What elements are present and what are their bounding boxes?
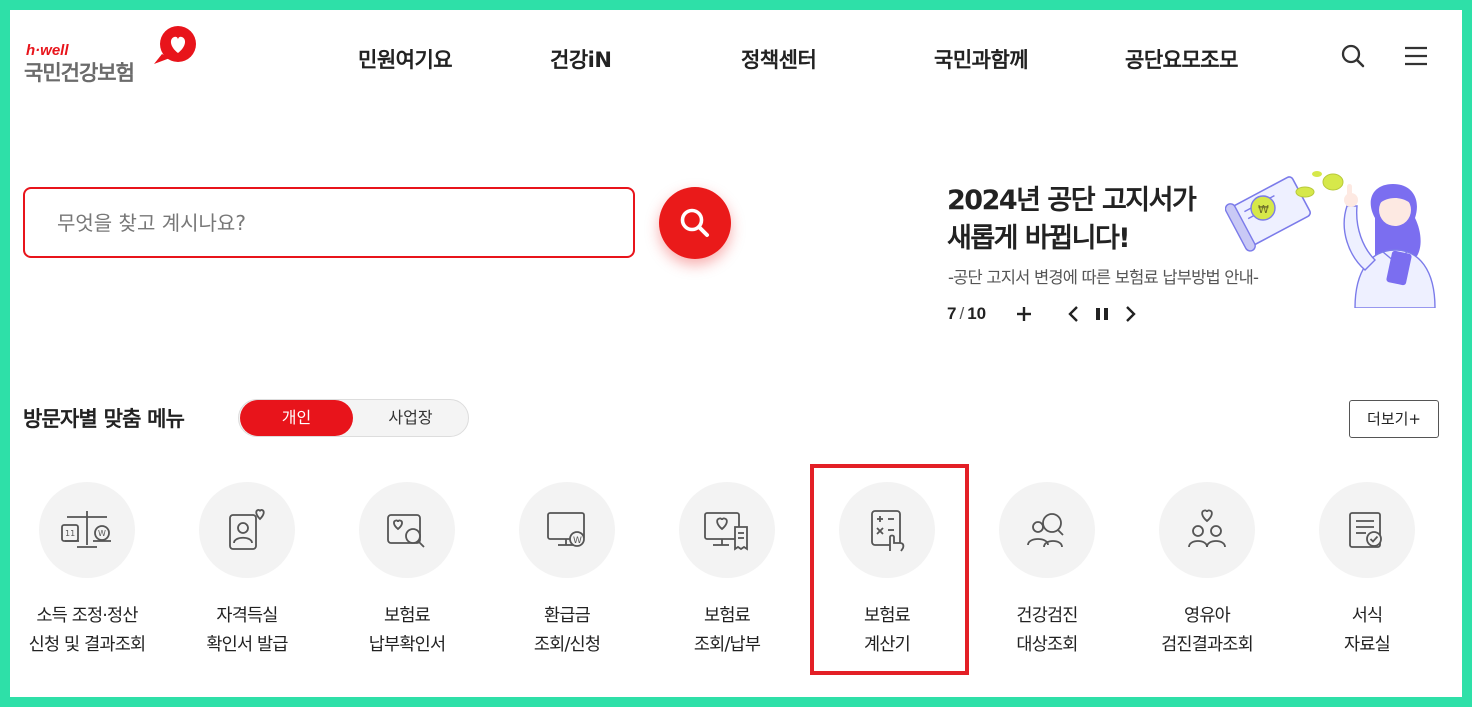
nav-item-policy[interactable]: 정책센터	[741, 44, 817, 74]
menu-item-premium-inquiry[interactable]: 보험료 조회/납부	[647, 482, 807, 660]
menu-label-line2: 검진결과조회	[1161, 635, 1254, 655]
menu-item-infant-checkup[interactable]: 영유아 검진결과조회	[1127, 482, 1287, 660]
heart-logo-icon	[154, 26, 196, 64]
page-frame: h·well 국민건강보험 민원여기요 건강iN 정책센터 국민과함께 공단요모…	[10, 10, 1462, 697]
menu-label-line2: 조회/신청	[533, 635, 601, 655]
menu-label-line1: 건강검진	[1016, 606, 1078, 626]
banner-current: 7	[947, 304, 957, 323]
svg-text:11: 11	[65, 529, 75, 538]
menu-item-refund[interactable]: W 환급금 조회/신청	[487, 482, 647, 660]
id-card-heart-icon	[229, 509, 265, 550]
menu-icon-circle	[1319, 482, 1415, 578]
nav-item-civil[interactable]: 민원여기요	[358, 44, 453, 74]
svg-text:W: W	[98, 529, 106, 538]
menu-label-line1: 소득 조정·정산	[36, 606, 138, 626]
banner-illustration: ₩	[1225, 171, 1436, 308]
menu-item-payment-certificate[interactable]: 보험료 납부확인서	[327, 482, 487, 660]
menu-item-label: 보험료 조회/납부	[647, 602, 807, 660]
menu-item-label: 서식 자료실	[1287, 602, 1447, 660]
logo-name-text: 국민건강보험	[24, 61, 135, 85]
nav-item-health-in[interactable]: 건강iN	[550, 44, 612, 74]
menu-icon-circle	[199, 482, 295, 578]
highlight-box	[810, 464, 969, 675]
menu-label-line2: 신청 및 결과조회	[28, 635, 146, 655]
menu-icon[interactable]	[1403, 43, 1429, 69]
menu-label-line1: 보험료	[704, 606, 751, 626]
banner-controls: 7/10	[947, 302, 1136, 326]
menu-label-line1: 환급금	[544, 606, 591, 626]
family-heart-icon	[1188, 509, 1226, 548]
menu-icon-circle	[359, 482, 455, 578]
menu-item-health-checkup[interactable]: 건강검진 대상조회	[967, 482, 1127, 660]
chevron-left-icon[interactable]	[1066, 305, 1082, 323]
banner-separator: /	[959, 304, 965, 323]
menu-label-line2: 대상조회	[1016, 635, 1078, 655]
menu-label-line1: 서식	[1351, 606, 1383, 626]
menu-icon-circle	[1159, 482, 1255, 578]
menu-label-line1: 영유아	[1184, 606, 1231, 626]
search-box	[23, 187, 635, 258]
banner-title[interactable]: 2024년 공단 고지서가 새롭게 바뀝니다!	[947, 182, 1247, 258]
menu-icon-circle	[679, 482, 775, 578]
form-check-icon	[1349, 512, 1382, 548]
search-button[interactable]	[659, 187, 731, 259]
chevron-right-icon[interactable]	[1122, 305, 1138, 323]
people-search-icon	[1027, 513, 1064, 548]
menu-icon-circle	[999, 482, 1095, 578]
menu-label-line1: 보험료	[384, 606, 431, 626]
section-title: 방문자별 맞춤 메뉴	[23, 407, 185, 431]
document-search-icon	[387, 514, 425, 548]
banner-total: 10	[967, 304, 987, 323]
banner-subtitle: -공단 고지서 변경에 따른 보험료 납부방법 안내-	[948, 268, 1259, 287]
menu-item-label: 보험료 납부확인서	[327, 602, 487, 660]
menu-item-label: 환급금 조회/신청	[487, 602, 647, 660]
menu-item-income-adjust[interactable]: 11 W 소득 조정·정산 신청 및 결과조회	[10, 482, 167, 660]
menu-label-line2: 자료실	[1344, 635, 1391, 655]
visitor-type-toggle: 개인 사업장	[238, 399, 469, 437]
monitor-won-icon: W	[547, 512, 585, 547]
nhis-logo[interactable]: h·well 국민건강보험	[22, 24, 197, 86]
plus-icon[interactable]	[1015, 305, 1033, 323]
nav-item-with-people[interactable]: 국민과함께	[934, 44, 1029, 74]
menu-item-label: 건강검진 대상조회	[967, 602, 1127, 660]
menu-icon-circle: W	[519, 482, 615, 578]
svg-text:₩: ₩	[1258, 203, 1269, 216]
menu-icon-circle: 11 W	[39, 482, 135, 578]
nav-item-about[interactable]: 공단요모조모	[1125, 44, 1238, 74]
menu-label-line2: 조회/납부	[693, 635, 761, 655]
menu-label-line1: 자격득실	[216, 606, 278, 626]
menu-label-line2: 확인서 발급	[206, 635, 288, 655]
menu-label-line2: 납부확인서	[368, 635, 446, 655]
banner-pager: 7/10	[947, 304, 986, 324]
banner-title-line2: 새롭게 바뀝니다!	[947, 223, 1131, 254]
menu-item-label: 영유아 검진결과조회	[1127, 602, 1287, 660]
search-input[interactable]	[25, 189, 633, 256]
menu-item-label: 자격득실 확인서 발급	[167, 602, 327, 660]
svg-text:W: W	[573, 536, 582, 546]
banner-title-line1: 2024년 공단 고지서가	[947, 185, 1197, 216]
scale-calculator-icon: 11 W	[61, 511, 111, 548]
pause-icon[interactable]	[1094, 305, 1110, 323]
menu-item-forms[interactable]: 서식 자료실	[1287, 482, 1447, 660]
monitor-receipt-icon	[704, 512, 748, 551]
search-icon[interactable]	[1340, 43, 1366, 69]
toggle-personal[interactable]: 개인	[240, 400, 353, 436]
more-button[interactable]: 더보기+	[1349, 400, 1439, 438]
search-icon	[680, 208, 709, 237]
menu-item-label: 소득 조정·정산 신청 및 결과조회	[10, 602, 167, 660]
menu-item-qualification[interactable]: 자격득실 확인서 발급	[167, 482, 327, 660]
toggle-business[interactable]: 사업장	[353, 400, 468, 436]
